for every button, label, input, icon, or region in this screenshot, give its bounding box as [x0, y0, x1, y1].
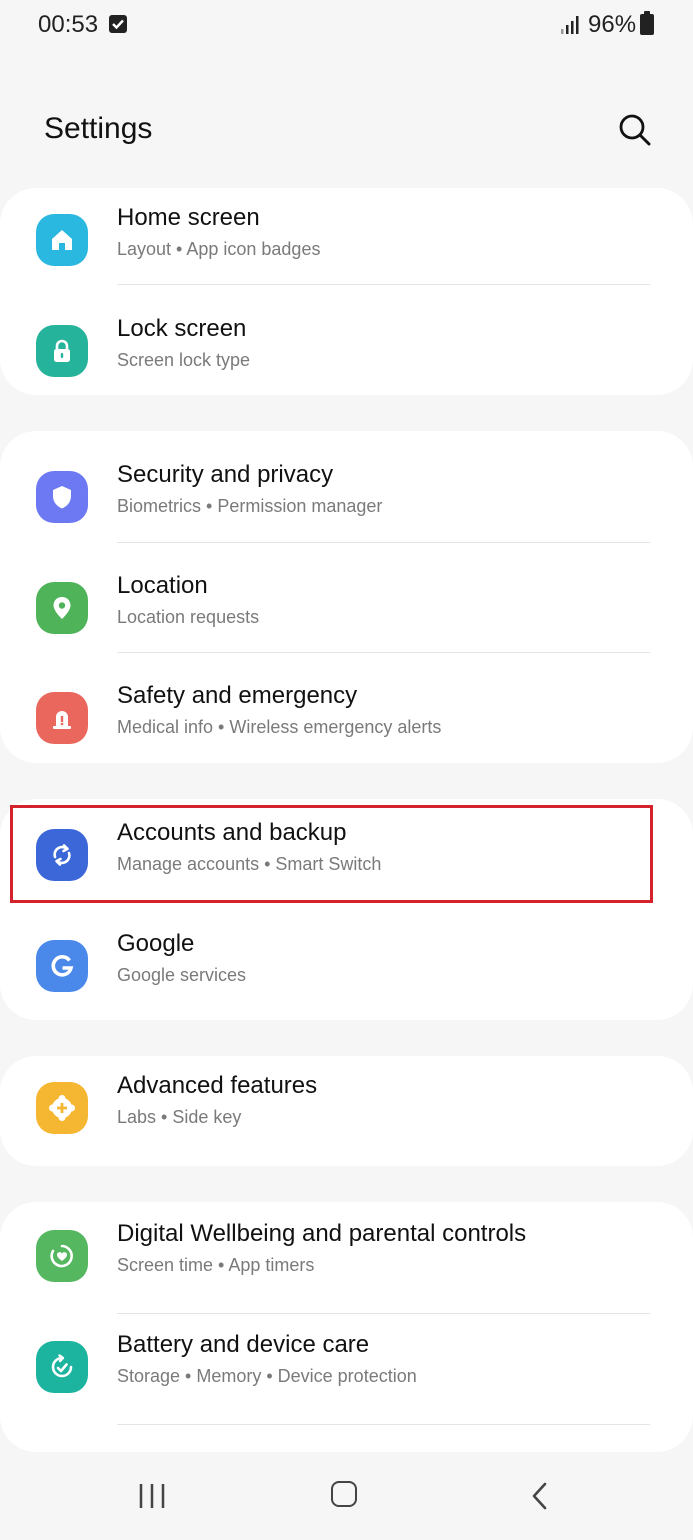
search-icon [619, 114, 651, 146]
signal-icon [561, 16, 579, 34]
setting-subtitle: Google services [117, 965, 247, 985]
setting-subtitle: Layout • App icon badges [117, 239, 321, 259]
home-icon [36, 214, 88, 266]
setting-lock-screen[interactable]: Lock screen Screen lock type [0, 299, 693, 409]
setting-title: Advanced features [117, 1072, 318, 1099]
back-button[interactable] [528, 1481, 550, 1511]
setting-accounts-backup[interactable]: Accounts and backup Manage accounts • Sm… [0, 803, 693, 913]
setting-title: Security and privacy [117, 461, 334, 488]
settings-group-home-lock: Home screen Layout • App icon badges Loc… [0, 188, 693, 395]
setting-title: Lock screen [117, 315, 247, 342]
setting-subtitle: Storage • Memory • Device protection [117, 1366, 417, 1386]
setting-title: Accounts and backup [117, 819, 347, 846]
alert-icon [36, 692, 88, 744]
task-check-icon [109, 15, 127, 33]
setting-subtitle: Manage accounts • Smart Switch [117, 854, 382, 874]
status-time: 00:53 [38, 11, 99, 38]
page-title: Settings [44, 112, 153, 145]
setting-home-screen[interactable]: Home screen Layout • App icon badges [0, 188, 693, 298]
shield-icon [36, 471, 88, 523]
divider [117, 284, 650, 285]
settings-group-accounts: Accounts and backup Manage accounts • Sm… [0, 799, 693, 1020]
setting-subtitle: Location requests [117, 607, 260, 627]
setting-subtitle: Medical info • Wireless emergency alerts [117, 717, 442, 737]
setting-advanced-features[interactable]: Advanced features Labs • Side key [0, 1056, 693, 1166]
setting-battery-device-care[interactable]: Battery and device care Storage • Memory… [0, 1315, 693, 1425]
lock-icon [36, 325, 88, 377]
setting-title: Safety and emergency [117, 682, 358, 709]
location-pin-icon [36, 582, 88, 634]
setting-security-privacy[interactable]: Security and privacy Biometrics • Permis… [0, 445, 693, 555]
battery-percentage: 96% [588, 11, 637, 38]
navigation-bar [0, 1460, 693, 1540]
battery-icon [640, 11, 654, 35]
settings-group-advanced: Advanced features Labs • Side key [0, 1056, 693, 1166]
setting-title: Location [117, 572, 208, 599]
status-bar: 00:53 96% [0, 0, 693, 52]
setting-title: Battery and device care [117, 1331, 370, 1358]
setting-subtitle: Labs • Side key [117, 1107, 242, 1127]
settings-group-wellbeing: Digital Wellbeing and parental controls … [0, 1202, 693, 1452]
setting-google[interactable]: Google Google services [0, 914, 693, 1024]
setting-subtitle: Screen lock type [117, 350, 251, 370]
divider [117, 1313, 650, 1314]
device-care-icon [36, 1341, 88, 1393]
setting-title: Home screen [117, 204, 260, 231]
divider [117, 542, 650, 543]
settings-group-security: Security and privacy Biometrics • Permis… [0, 431, 693, 763]
divider [117, 1424, 650, 1425]
divider [117, 652, 650, 653]
search-button[interactable] [612, 108, 656, 152]
setting-subtitle: Biometrics • Permission manager [117, 496, 383, 516]
sync-icon [36, 829, 88, 881]
google-g-icon [36, 940, 88, 992]
recent-apps-button[interactable] [138, 1482, 166, 1510]
setting-title: Digital Wellbeing and parental controls [117, 1220, 527, 1247]
wellbeing-icon [36, 1230, 88, 1282]
home-button[interactable] [331, 1481, 357, 1507]
setting-location[interactable]: Location Location requests [0, 556, 693, 666]
setting-subtitle: Screen time • App timers [117, 1255, 315, 1275]
setting-safety-emergency[interactable]: Safety and emergency Medical info • Wire… [0, 666, 693, 776]
puzzle-plus-icon [36, 1082, 88, 1134]
setting-digital-wellbeing[interactable]: Digital Wellbeing and parental controls … [0, 1204, 693, 1314]
setting-title: Google [117, 930, 195, 957]
